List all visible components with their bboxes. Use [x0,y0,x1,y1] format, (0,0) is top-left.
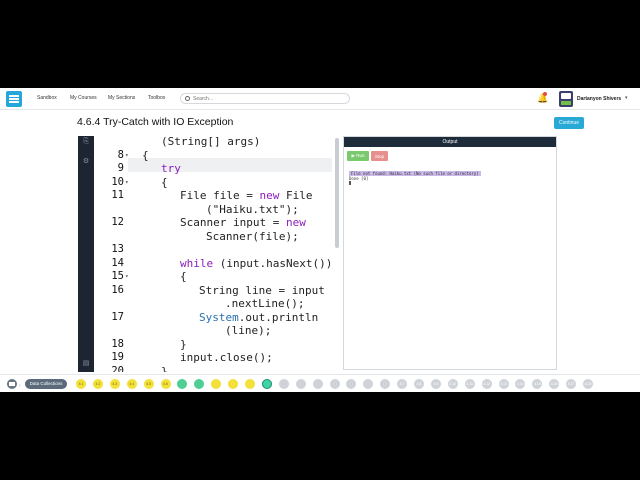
line-number: 9 [117,162,124,174]
nav-link-toolbox[interactable]: Toolbox [148,95,165,101]
progress-item-22[interactable]: 4.9 [430,379,441,389]
code-line: (String[] args) [161,136,261,148]
code-line: { [180,270,187,283]
progress-item-4[interactable]: 4.4 [126,379,137,389]
code-line: .nextLine(); [225,297,305,310]
code-line: { [161,175,168,189]
nav-link-my-courses[interactable]: My Courses [70,95,97,101]
code-line: input.close(); [180,351,273,364]
progress-item-6[interactable]: 4.6 [160,379,171,389]
avatar[interactable] [559,91,573,107]
progress-item-10[interactable] [228,379,239,389]
progress-item-18[interactable] [363,379,374,389]
line-number: 19 [111,351,124,363]
output-panel: Output ▶ Run Stop File not found: Haiku.… [343,136,557,370]
progress-item-13[interactable] [278,379,289,389]
progress-item-3[interactable]: 4.3 [109,379,120,389]
continue-button[interactable]: Continue [554,117,584,129]
progress-item-25[interactable]: 4.12 [481,379,492,389]
line-number: 17 [111,310,124,323]
progress-item-12[interactable] [261,379,272,389]
progress-item-7[interactable] [177,379,188,389]
line-number: 11 [111,189,124,201]
progress-item-14[interactable] [295,379,306,389]
unit-badge[interactable]: Data Collections [25,379,67,389]
progress-item-27[interactable]: 4.14 [515,379,526,389]
progress-item-8[interactable] [194,379,205,389]
user-name[interactable]: Dartanyon Shivers [577,96,621,102]
console-error-line: File not found: Haiku.txt (No such file … [349,171,481,176]
editor-sidebar: ⎘ ⚙ ▤ [78,136,94,372]
line-number: 14 [111,256,124,269]
docs-icon[interactable]: ▤ [82,360,90,368]
search-box[interactable] [180,93,350,104]
progress-item-28[interactable]: 4.15 [532,379,543,389]
search-input[interactable] [193,95,343,103]
settings-icon[interactable]: ⚙ [82,158,90,166]
progress-item-11[interactable] [245,379,255,389]
fold-arrow-icon[interactable]: ▾ [125,273,129,280]
code-line: } [161,364,168,373]
progress-item-24[interactable]: 4.11 [464,379,475,389]
progress-item-23[interactable]: 4.10 [447,379,458,389]
code-line: File file = new File [180,189,313,202]
files-icon[interactable]: ⎘ [82,138,90,146]
output-header: Output [344,137,556,147]
progress-item-16[interactable] [329,379,340,389]
nav-link-my-sections[interactable]: My Sections [108,95,135,101]
run-button[interactable]: ▶ Run [347,151,369,161]
code-line: { [142,148,149,162]
progress-item-9[interactable] [211,379,222,389]
page-title: 4.6.4 Try-Catch with IO Exception [77,116,234,128]
line-number: 13 [111,243,124,255]
console-cursor[interactable] [349,181,351,185]
line-number: 8 [117,148,124,161]
line-number: 12 [111,216,124,228]
breadcrumb-separator: › [19,383,21,389]
nav-link-sandbox[interactable]: Sandbox [37,95,57,101]
progress-item-20[interactable]: 4.7 [397,379,408,389]
top-nav: Sandbox My Courses My Sections Toolbox 🔔… [0,88,640,110]
code-line: System.out.println [199,310,319,324]
progress-item-26[interactable]: 4.13 [498,379,509,389]
code-line: Scanner input = new [180,216,306,229]
home-icon[interactable] [7,379,17,389]
code-line: while (input.hasNext()) [180,256,333,270]
line-number: 10 [111,175,124,188]
progress-item-15[interactable] [312,379,323,389]
line-number: 16 [111,283,124,296]
progress-item-1[interactable]: 4.1 [76,379,86,389]
line-number: 15 [111,270,124,282]
code-line: ("Haiku.txt"); [206,202,299,216]
fold-arrow-icon[interactable]: ▾ [125,152,129,159]
run-label: Run [356,153,365,158]
code-line: (line); [225,324,272,337]
progress-item-19[interactable] [380,379,391,389]
code-line: String line = input [199,283,325,297]
progress-item-30[interactable]: 4.17 [566,379,577,389]
progress-item-2[interactable]: 4.2 [92,379,103,389]
stop-button[interactable]: Stop [371,151,388,161]
line-number: 20 [111,364,124,373]
progress-bar: › Data Collections 4.1 4.2 4.3 4.4 4.5 4.6 4.7… [0,374,640,392]
progress-item-31[interactable]: 4.18 [583,379,593,389]
fold-arrow-icon[interactable]: ▾ [125,179,129,186]
codehs-app: Sandbox My Courses My Sections Toolbox 🔔… [0,88,640,392]
code-line: } [180,337,187,351]
search-icon [185,96,190,101]
progress-item-17[interactable] [346,379,357,389]
progress-item-5[interactable]: 4.5 [143,379,154,389]
active-line-highlight [128,158,332,172]
code-line: try [161,162,181,175]
code-editor[interactable]: (String[] args) 8 ▾{9 try 10 ▾{11 File file = … [94,136,341,372]
editor-scrollbar[interactable] [335,138,339,248]
logo-icon[interactable] [6,91,22,107]
code-line: Scanner(file); [206,229,299,243]
chevron-down-icon[interactable]: ▾ [625,95,628,101]
line-number: 18 [111,337,124,350]
progress-item-21[interactable]: 4.8 [414,379,424,389]
progress-item-29[interactable]: 4.16 [549,379,560,389]
notification-dot [543,92,547,96]
console-output: File not found: Haiku.txt (No such file … [349,171,554,186]
